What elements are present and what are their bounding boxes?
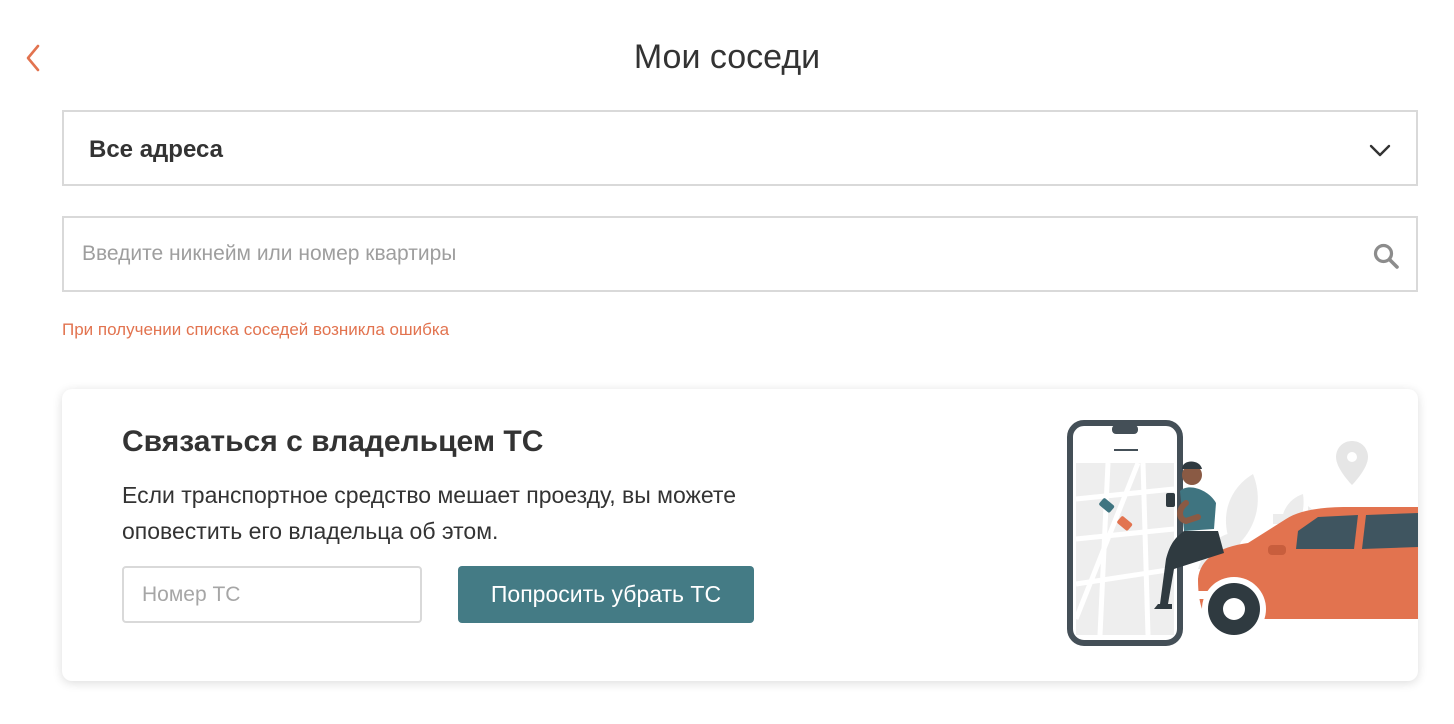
page-title: Мои соседи	[633, 38, 821, 76]
card-title: Связаться с владельцем ТС	[122, 425, 544, 458]
card-description: Если транспортное средство мешает проезд…	[122, 482, 737, 544]
search-field	[62, 216, 1418, 292]
search-input[interactable]	[82, 218, 1362, 290]
address-select-value: Все адреса	[89, 136, 223, 163]
address-select[interactable]: Все адреса	[62, 110, 1418, 186]
chevron-down-icon	[1369, 144, 1391, 157]
search-icon[interactable]	[1372, 242, 1400, 270]
phone-illustration	[1067, 420, 1183, 646]
request-remove-vehicle-button[interactable]: Попросить убрать ТС	[458, 566, 754, 623]
plate-number-input[interactable]	[122, 566, 422, 623]
person-with-phone-and-car-illustration	[1067, 420, 1418, 646]
vehicle-owner-card: Связаться с владельцем ТС Если транспорт…	[62, 389, 1418, 681]
map-pin-icon	[1336, 441, 1368, 485]
error-message: При получении списка соседей возникла ош…	[62, 320, 450, 339]
